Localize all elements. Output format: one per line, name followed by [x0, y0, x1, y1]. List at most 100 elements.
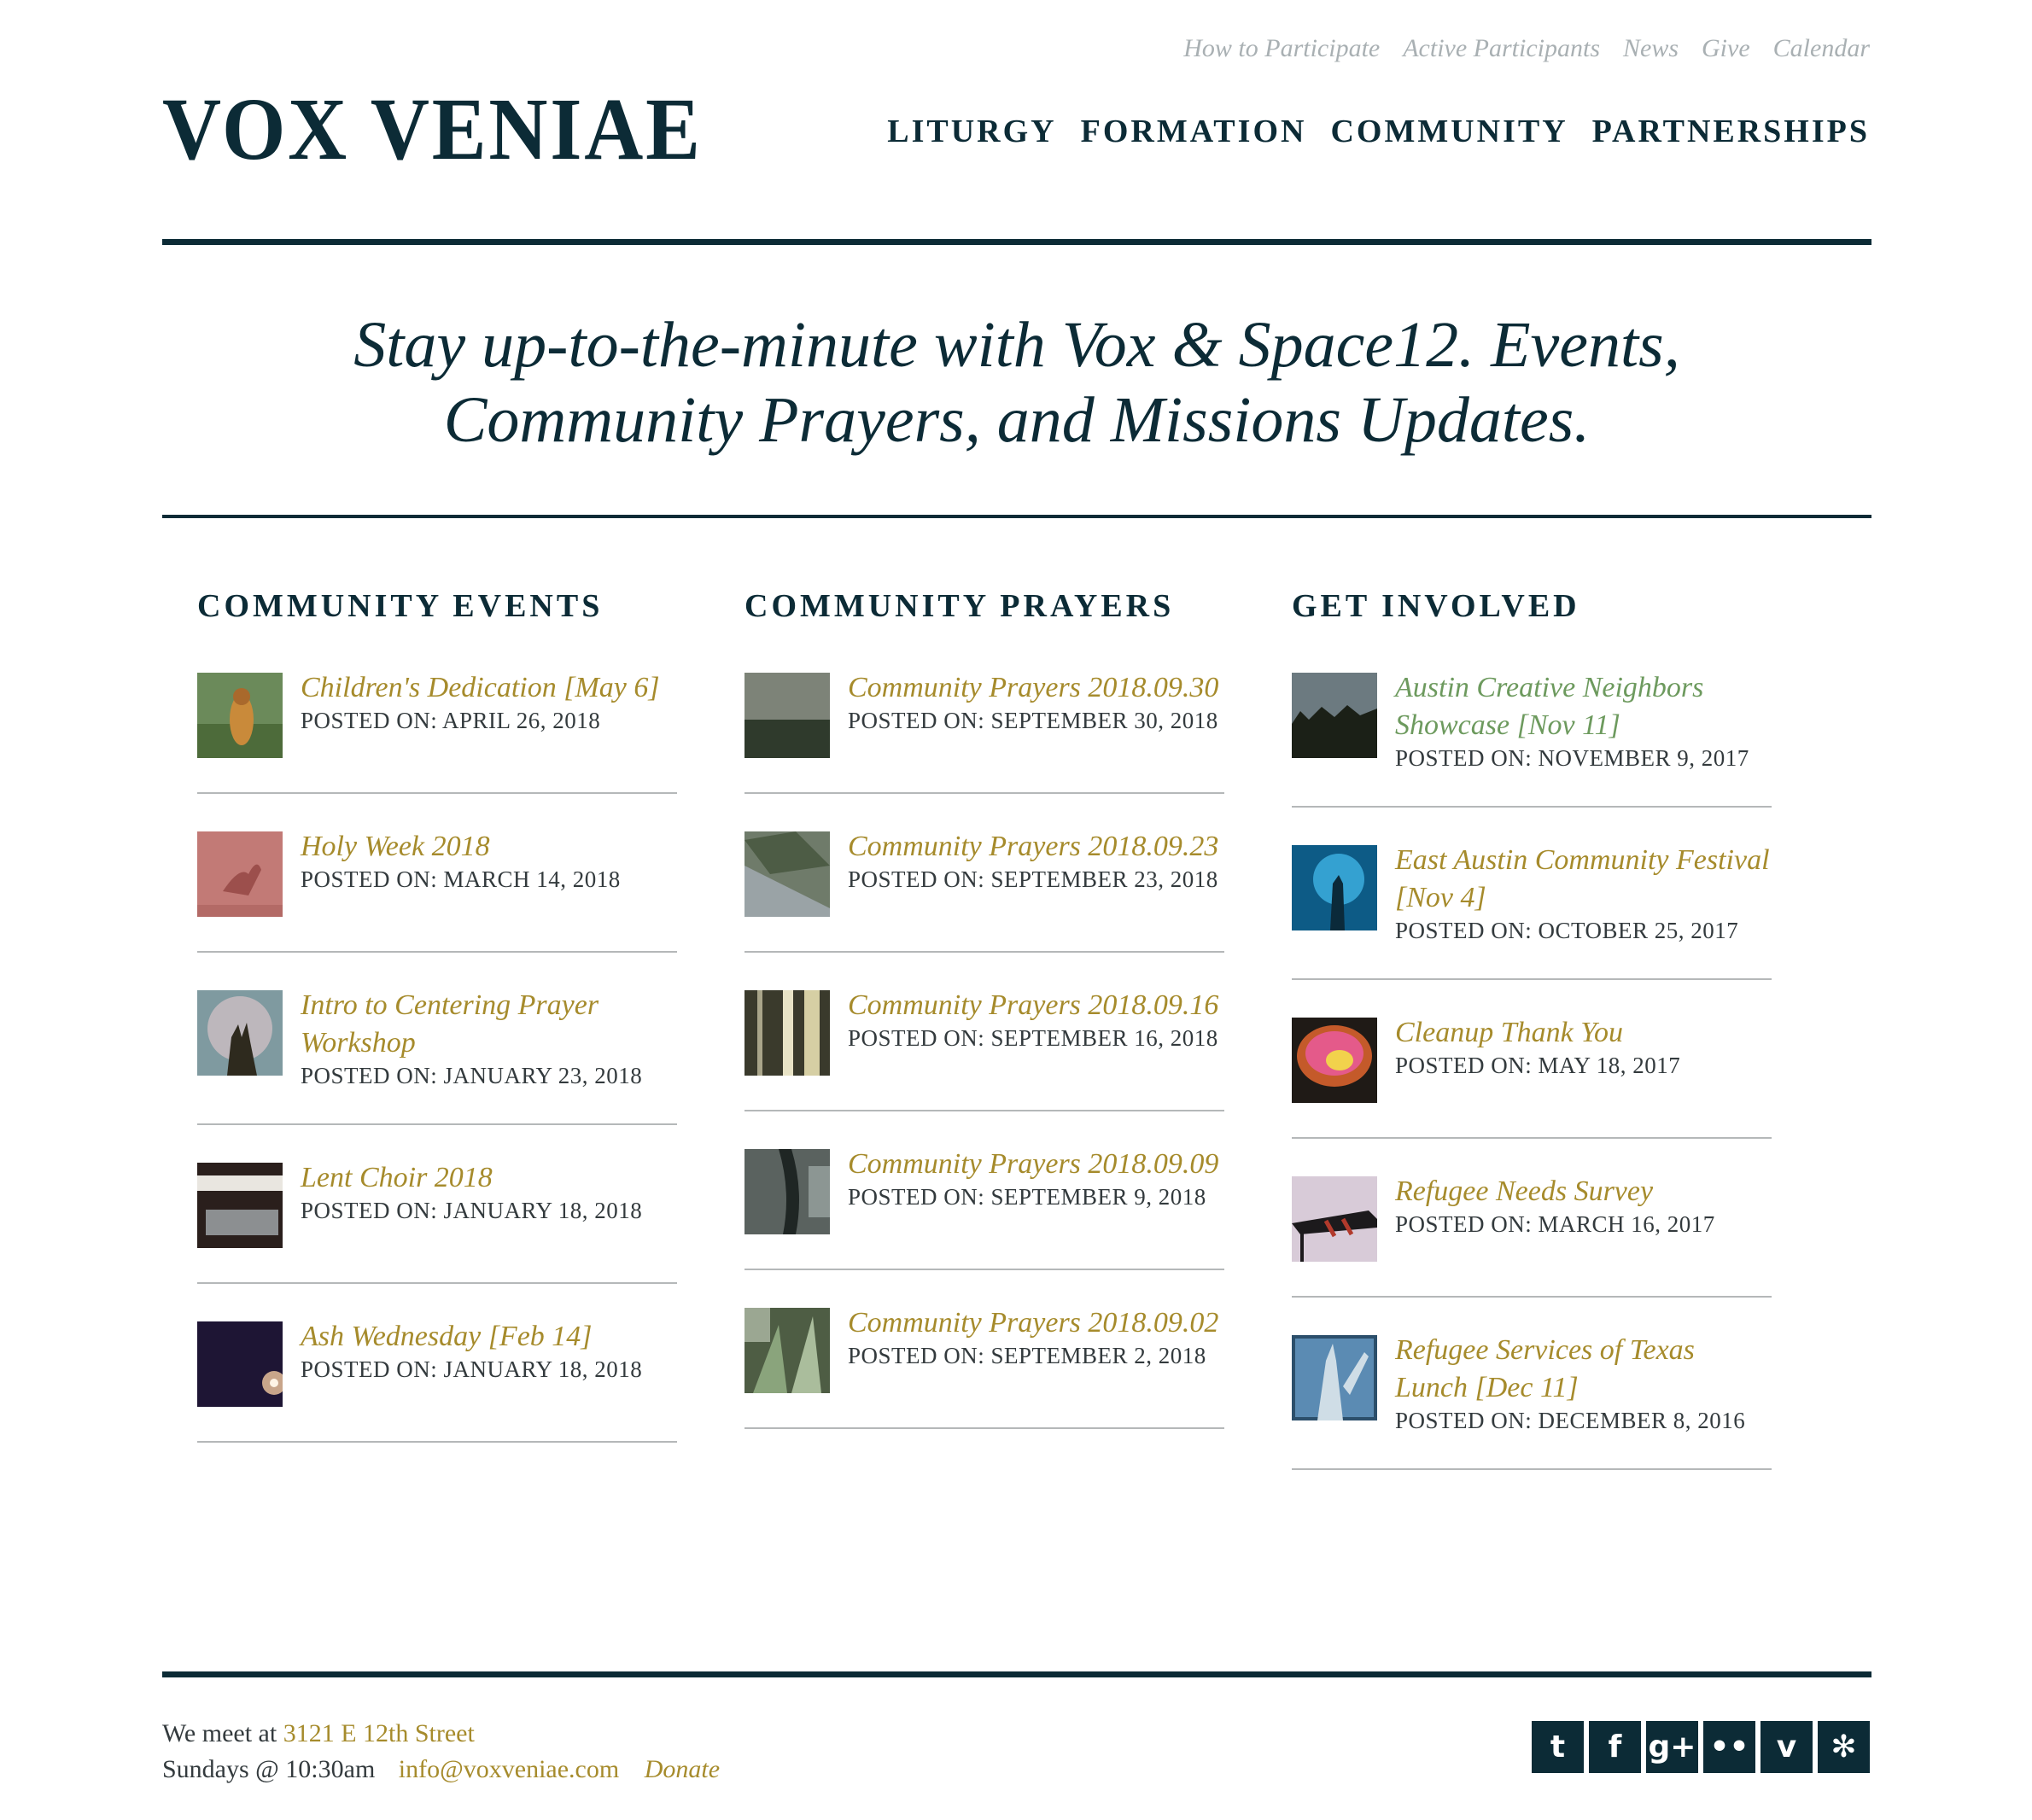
site-logo[interactable]: VOX VENIAE [162, 85, 703, 174]
post-date: POSTED ON: SEPTEMBER 9, 2018 [848, 1184, 1206, 1210]
email-link[interactable]: info@voxveniae.com [399, 1755, 619, 1783]
list-item: Refugee Needs Survey POSTED ON: MARCH 16… [1292, 1173, 1772, 1298]
facebook-icon[interactable]: f [1589, 1721, 1641, 1773]
nav-calendar[interactable]: Calendar [1773, 34, 1870, 63]
column-heading: GET INVOLVED [1292, 588, 1580, 624]
community-prayers-column: COMMUNITY PRAYERS Community Prayers 2018… [744, 586, 1224, 1463]
post-title-link[interactable]: Community Prayers 2018.09.30 [848, 669, 1224, 707]
footer-info: We meet at 3121 E 12th Street Sundays @ … [162, 1716, 720, 1788]
get-involved-column: GET INVOLVED Austin Creative Neighbors S… [1292, 586, 1772, 1504]
post-title-link[interactable]: East Austin Community Festival [Nov 4] [1395, 842, 1772, 917]
social-links: t f g+ •• v ✻ [1532, 1721, 1870, 1773]
list-item: Community Prayers 2018.09.16 POSTED ON: … [744, 987, 1224, 1111]
post-date: POSTED ON: JANUARY 18, 2018 [301, 1198, 643, 1223]
nav-give[interactable]: Give [1702, 34, 1750, 63]
utility-nav: How to Participate Active Participants N… [1183, 34, 1870, 63]
main-nav: LITURGY FORMATION COMMUNITY PARTNERSHIPS [887, 113, 1870, 150]
post-date: POSTED ON: OCTOBER 25, 2017 [1395, 918, 1739, 943]
post-title-link[interactable]: Refugee Needs Survey [1395, 1173, 1772, 1210]
list-item: Community Prayers 2018.09.30 POSTED ON: … [744, 669, 1224, 794]
flickr-icon[interactable]: •• [1703, 1721, 1755, 1773]
post-thumbnail[interactable] [1292, 1335, 1377, 1420]
post-title-link[interactable]: Community Prayers 2018.09.02 [848, 1304, 1224, 1342]
list-item: Intro to Centering Prayer Workshop POSTE… [197, 987, 677, 1125]
post-date: POSTED ON: SEPTEMBER 30, 2018 [848, 708, 1218, 733]
post-thumbnail[interactable] [1292, 1176, 1377, 1262]
post-thumbnail[interactable] [1292, 673, 1377, 758]
post-title-link[interactable]: Refugee Services of Texas Lunch [Dec 11] [1395, 1332, 1772, 1407]
nav-how-to-participate[interactable]: How to Participate [1183, 34, 1380, 63]
list-item: Community Prayers 2018.09.09 POSTED ON: … [744, 1146, 1224, 1270]
post-date: POSTED ON: JANUARY 23, 2018 [301, 1063, 643, 1088]
post-date: POSTED ON: MARCH 14, 2018 [301, 866, 621, 892]
post-date: POSTED ON: SEPTEMBER 2, 2018 [848, 1343, 1206, 1368]
post-title-link[interactable]: Children's Dedication [May 6] [301, 669, 677, 707]
meeting-time: Sundays @ 10:30am [162, 1755, 376, 1783]
yelp-icon[interactable]: ✻ [1818, 1721, 1870, 1773]
meeting-location: We meet at 3121 E 12th Street [162, 1716, 720, 1752]
list-item: Holy Week 2018 POSTED ON: MARCH 14, 2018 [197, 828, 677, 953]
community-events-column: COMMUNITY EVENTS Children's Dedication [… [197, 586, 677, 1477]
nav-community[interactable]: COMMUNITY [1330, 113, 1568, 150]
post-title-link[interactable]: Community Prayers 2018.09.09 [848, 1146, 1224, 1183]
nav-news[interactable]: News [1623, 34, 1679, 63]
meet-prefix: We meet at [162, 1719, 277, 1747]
post-date: POSTED ON: SEPTEMBER 16, 2018 [848, 1025, 1218, 1051]
list-item: East Austin Community Festival [Nov 4] P… [1292, 842, 1772, 980]
meeting-details: Sundays @ 10:30am info@voxveniae.com Don… [162, 1752, 720, 1788]
post-date: POSTED ON: APRIL 26, 2018 [301, 708, 601, 733]
post-date: POSTED ON: MAY 18, 2017 [1395, 1053, 1681, 1078]
post-title-link[interactable]: Community Prayers 2018.09.16 [848, 987, 1224, 1024]
nav-formation[interactable]: FORMATION [1081, 113, 1307, 150]
nav-liturgy[interactable]: LITURGY [887, 113, 1056, 150]
header-divider [162, 239, 1871, 245]
nav-partnerships[interactable]: PARTNERSHIPS [1592, 113, 1870, 150]
post-thumbnail[interactable] [1292, 845, 1377, 930]
post-thumbnail[interactable] [1292, 1018, 1377, 1103]
address-link[interactable]: 3121 E 12th Street [283, 1719, 475, 1747]
post-title-link[interactable]: Lent Choir 2018 [301, 1159, 677, 1197]
post-date: POSTED ON: NOVEMBER 9, 2017 [1395, 745, 1749, 771]
list-item: Community Prayers 2018.09.23 POSTED ON: … [744, 828, 1224, 953]
post-title-link[interactable]: Community Prayers 2018.09.23 [848, 828, 1224, 866]
post-thumbnail[interactable] [197, 990, 283, 1076]
post-title-link[interactable]: Intro to Centering Prayer Workshop [301, 987, 677, 1062]
post-title-link[interactable]: Cleanup Thank You [1395, 1014, 1772, 1052]
post-thumbnail[interactable] [197, 1321, 283, 1407]
post-thumbnail[interactable] [197, 1163, 283, 1248]
post-title-link[interactable]: Austin Creative Neighbors Showcase [Nov … [1395, 669, 1772, 744]
list-item: Children's Dedication [May 6] POSTED ON:… [197, 669, 677, 794]
page-tagline: Stay up-to-the-minute with Vox & Space12… [162, 307, 1871, 458]
column-heading: COMMUNITY PRAYERS [744, 588, 1175, 624]
post-thumbnail[interactable] [744, 831, 830, 917]
post-thumbnail[interactable] [744, 673, 830, 758]
vimeo-icon[interactable]: v [1760, 1721, 1813, 1773]
nav-active-participants[interactable]: Active Participants [1403, 34, 1600, 63]
twitter-icon[interactable]: t [1532, 1721, 1584, 1773]
google-plus-icon[interactable]: g+ [1646, 1721, 1698, 1773]
donate-link[interactable]: Donate [645, 1755, 720, 1783]
post-thumbnail[interactable] [744, 990, 830, 1076]
post-date: POSTED ON: DECEMBER 8, 2016 [1395, 1408, 1746, 1433]
post-thumbnail[interactable] [197, 831, 283, 917]
list-item: Austin Creative Neighbors Showcase [Nov … [1292, 669, 1772, 808]
tagline-line-1: Stay up-to-the-minute with Vox & Space12… [353, 309, 1680, 381]
list-item: Community Prayers 2018.09.02 POSTED ON: … [744, 1304, 1224, 1429]
post-title-link[interactable]: Ash Wednesday [Feb 14] [301, 1318, 677, 1356]
post-title-link[interactable]: Holy Week 2018 [301, 828, 677, 866]
list-item: Ash Wednesday [Feb 14] POSTED ON: JANUAR… [197, 1318, 677, 1443]
post-thumbnail[interactable] [197, 673, 283, 758]
post-date: POSTED ON: SEPTEMBER 23, 2018 [848, 866, 1218, 892]
list-item: Lent Choir 2018 POSTED ON: JANUARY 18, 2… [197, 1159, 677, 1284]
post-thumbnail[interactable] [744, 1308, 830, 1393]
list-item: Refugee Services of Texas Lunch [Dec 11]… [1292, 1332, 1772, 1470]
column-heading: COMMUNITY EVENTS [197, 588, 604, 624]
tagline-divider [162, 515, 1871, 518]
post-thumbnail[interactable] [744, 1149, 830, 1234]
footer-divider [162, 1671, 1871, 1677]
post-date: POSTED ON: JANUARY 18, 2018 [301, 1356, 643, 1382]
post-date: POSTED ON: MARCH 16, 2017 [1395, 1211, 1715, 1237]
page: How to Participate Active Participants N… [0, 0, 2032, 1820]
list-item: Cleanup Thank You POSTED ON: MAY 18, 201… [1292, 1014, 1772, 1139]
tagline-line-2: Community Prayers, and Missions Updates. [443, 384, 1591, 456]
